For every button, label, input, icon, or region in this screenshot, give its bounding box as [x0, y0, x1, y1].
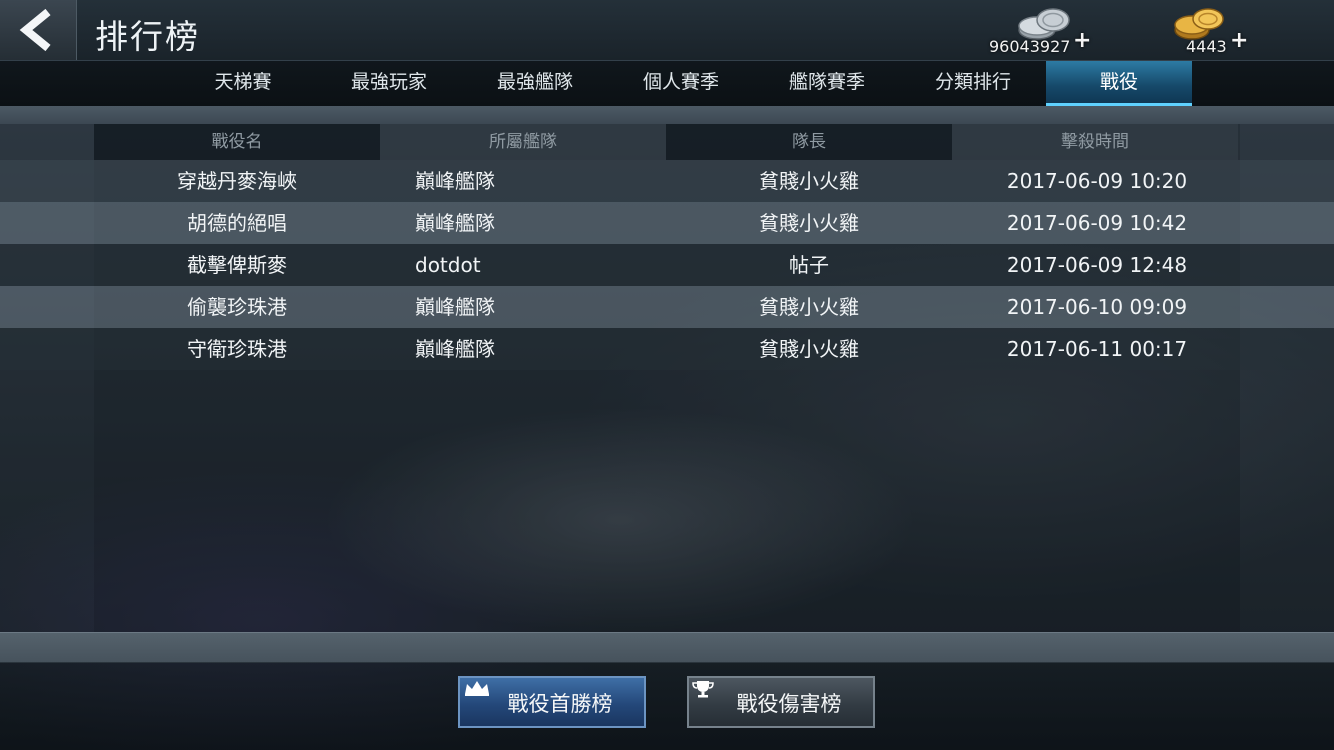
fleet-name: 巔峰艦隊 [415, 211, 495, 235]
tab-bar: 天梯賽 最強玩家 最強艦隊 個人賽季 艦隊賽季 分類排行 戰役 [0, 60, 1334, 110]
campaign-name: 胡德的絕唱 [187, 211, 287, 235]
table-header: 戰役名 所屬艦隊 隊長 擊殺時間 [94, 124, 1240, 160]
captain-name: 貧賤小火雞 [759, 337, 859, 361]
campaign-ranking-table: 戰役名 所屬艦隊 隊長 擊殺時間 穿越丹麥海峽 巔峰艦隊 貧賤小火雞 2017-… [0, 124, 1334, 632]
column-header-campaign-name: 戰役名 [94, 124, 380, 160]
tab-top-players[interactable]: 最強玩家 [316, 61, 462, 106]
fleet-name: 巔峰艦隊 [415, 295, 495, 319]
silver-amount: 96043927 [989, 37, 1071, 56]
captain-name: 貧賤小火雞 [759, 169, 859, 193]
first-win-button-label: 戰役首勝榜 [507, 692, 613, 716]
table-row[interactable]: 截擊俾斯麥 dotdot 帖子 2017-06-09 12:48 [0, 244, 1334, 286]
table-bottom-strip [0, 632, 1334, 663]
tab-ladder[interactable]: 天梯賽 [170, 61, 316, 106]
table-body: 穿越丹麥海峽 巔峰艦隊 貧賤小火雞 2017-06-09 10:20 胡德的絕唱… [0, 160, 1334, 370]
campaign-name: 穿越丹麥海峽 [177, 169, 297, 193]
column-header-captain: 隊長 [666, 124, 952, 160]
fleet-name: dotdot [415, 253, 481, 277]
campaign-first-win-ranking-button[interactable]: 戰役首勝榜 [458, 676, 646, 728]
column-header-kill-time: 擊殺時間 [952, 124, 1238, 160]
campaign-name: 截擊俾斯麥 [187, 253, 287, 277]
captain-name: 貧賤小火雞 [759, 295, 859, 319]
fleet-name: 巔峰艦隊 [415, 337, 495, 361]
footer-bar [0, 662, 1334, 750]
add-silver-plus-icon[interactable]: + [1073, 30, 1091, 52]
captain-name: 貧賤小火雞 [759, 211, 859, 235]
tab-list: 天梯賽 最強玩家 最強艦隊 個人賽季 艦隊賽季 分類排行 戰役 [170, 61, 1192, 110]
tab-category-ranking[interactable]: 分類排行 [900, 61, 1046, 106]
tab-underline-strip [0, 106, 1334, 124]
silver-currency: 96043927 + [985, 2, 1095, 58]
kill-time: 2017-06-09 10:42 [1006, 211, 1188, 235]
back-arrow-icon [19, 8, 51, 52]
table-row[interactable]: 穿越丹麥海峽 巔峰艦隊 貧賤小火雞 2017-06-09 10:20 [0, 160, 1334, 202]
back-button[interactable] [0, 0, 77, 60]
damage-button-label: 戰役傷害榜 [736, 692, 842, 716]
tab-campaign[interactable]: 戰役 [1046, 61, 1192, 110]
campaign-name: 偷襲珍珠港 [187, 295, 287, 319]
fleet-name: 巔峰艦隊 [415, 169, 495, 193]
tab-fleet-season[interactable]: 艦隊賽季 [754, 61, 900, 106]
tab-personal-season[interactable]: 個人賽季 [608, 61, 754, 106]
campaign-damage-ranking-button[interactable]: 戰役傷害榜 [687, 676, 875, 728]
captain-name: 帖子 [789, 253, 829, 277]
kill-time: 2017-06-10 09:09 [1006, 295, 1188, 319]
campaign-name: 守衛珍珠港 [187, 337, 287, 361]
add-gold-plus-icon[interactable]: + [1230, 30, 1248, 52]
gold-currency: 4443 + [1170, 2, 1280, 58]
table-row[interactable]: 守衛珍珠港 巔峰艦隊 貧賤小火雞 2017-06-11 00:17 [0, 328, 1334, 370]
table-row[interactable]: 胡德的絕唱 巔峰艦隊 貧賤小火雞 2017-06-09 10:42 [0, 202, 1334, 244]
page-title: 排行榜 [95, 17, 200, 56]
kill-time: 2017-06-09 10:20 [1006, 169, 1188, 193]
kill-time: 2017-06-09 12:48 [1006, 253, 1188, 277]
tab-top-fleets[interactable]: 最強艦隊 [462, 61, 608, 106]
kill-time: 2017-06-11 00:17 [1006, 337, 1188, 361]
table-row[interactable]: 偷襲珍珠港 巔峰艦隊 貧賤小火雞 2017-06-10 09:09 [0, 286, 1334, 328]
gold-amount: 4443 [1186, 37, 1227, 56]
top-bar: 排行榜 96043927 + 4443 + [0, 0, 1334, 60]
column-header-fleet: 所屬艦隊 [380, 124, 666, 160]
